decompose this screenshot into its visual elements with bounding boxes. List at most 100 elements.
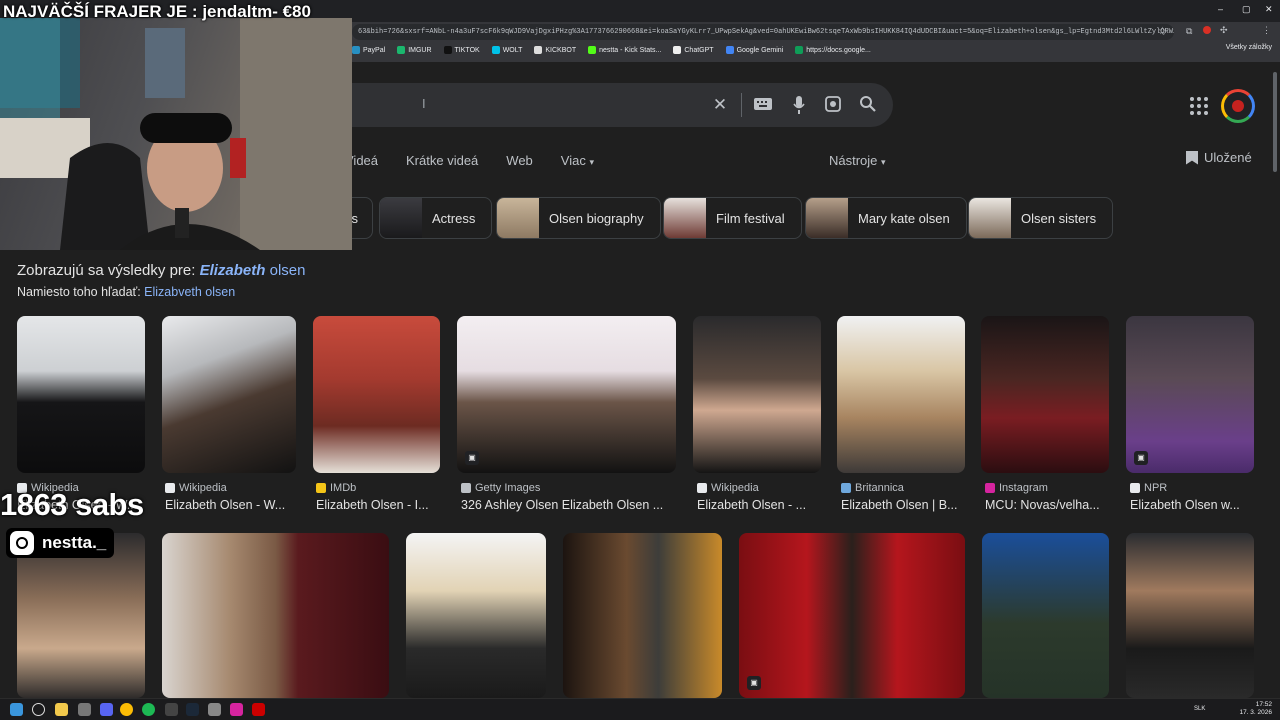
image-result[interactable]: ▣ (739, 533, 965, 698)
search-divider (741, 93, 742, 117)
image-result[interactable] (162, 316, 296, 473)
menu-dots-icon[interactable]: ⋮ (1262, 25, 1271, 36)
tab-short-videos[interactable]: Krátke videá (406, 153, 478, 168)
chevron-down-icon: ▾ (589, 157, 594, 167)
image-result[interactable] (982, 533, 1109, 698)
puzzle-icon[interactable]: ✣ (1220, 25, 1228, 36)
paypal-icon (352, 46, 360, 54)
subscriber-count: 1863 sabs (0, 487, 144, 522)
original-query-link[interactable]: Elizabveth olsen (144, 285, 235, 299)
chrome-icon[interactable] (120, 703, 133, 716)
chip-label: Actress (432, 210, 476, 226)
instagram-icon (985, 483, 995, 493)
spotify-icon[interactable] (142, 703, 155, 716)
showing-results-for: Zobrazujú sa výsledky pre: Elizabeth ols… (17, 262, 305, 279)
getty-icon (461, 483, 471, 493)
file-explorer-icon[interactable] (55, 703, 68, 716)
search-icon[interactable] (858, 95, 878, 115)
chip-label: Olsen biography (549, 210, 644, 226)
instead-prefix: Namiesto toho hľadať: (17, 285, 145, 299)
bookmark-paypal[interactable]: PayPal (352, 46, 385, 54)
streamer-photo (0, 18, 352, 250)
britannica-icon (841, 483, 851, 493)
image-result[interactable] (981, 316, 1109, 473)
bookmark-gemini[interactable]: Google Gemini (725, 46, 783, 54)
taskbar: SLK 17:52 17. 3. 2026 (0, 698, 1280, 720)
obs-icon[interactable] (252, 703, 265, 716)
wikipedia-icon (165, 483, 175, 493)
result-title[interactable]: Elizabeth Olsen | B... (841, 498, 965, 512)
image-badge-icon: ▣ (747, 676, 761, 690)
clear-icon[interactable]: ✕ (710, 95, 730, 115)
close-icon[interactable]: ✕ (1265, 4, 1273, 15)
bookmark-imgur[interactable]: IMGUR (397, 46, 432, 54)
saved-label: Uložené (1204, 150, 1252, 165)
chip-mary-kate-olsen[interactable]: Mary kate olsen (805, 197, 967, 239)
extension-record-icon[interactable] (1203, 26, 1211, 34)
tab-more[interactable]: Viac ▾ (561, 153, 594, 168)
chip-label: Mary kate olsen (858, 210, 950, 226)
result-title[interactable]: 326 Ashley Olsen Elizabeth Olsen ... (461, 498, 676, 512)
showing-prefix: Zobrazujú sa výsledky pre: (17, 262, 200, 279)
tab-web[interactable]: Web (506, 153, 533, 168)
keyboard-language[interactable]: SLK (1194, 706, 1205, 712)
clock[interactable]: 17:52 17. 3. 2026 (1239, 701, 1272, 717)
image-result[interactable] (406, 533, 546, 698)
image-result[interactable] (563, 533, 722, 698)
bookmark-kick-stats[interactable]: nestta - Kick Stats... (588, 46, 661, 54)
result-title[interactable]: Elizabeth Olsen - I... (316, 498, 441, 512)
bookmark-docs[interactable]: https://docs.google... (795, 46, 871, 54)
chip-thumbnail (664, 198, 706, 238)
windows-start-icon[interactable] (10, 703, 23, 716)
docs-icon (795, 46, 804, 54)
extension-icon[interactable]: ⧉ (1186, 26, 1192, 37)
search-icon[interactable] (32, 703, 45, 716)
image-result[interactable] (837, 316, 965, 473)
steam-icon[interactable] (186, 703, 199, 716)
image-result[interactable] (313, 316, 440, 473)
bookmark-wolt[interactable]: WOLT (491, 46, 522, 54)
result-title[interactable]: Elizabeth Olsen - W... (165, 498, 299, 512)
corrected-rest-link[interactable]: olsen (265, 262, 306, 279)
result-source: Britannica (841, 482, 904, 494)
result-source: IMDb (316, 482, 356, 494)
result-title[interactable]: Elizabeth Olsen w... (1130, 498, 1254, 512)
result-title[interactable]: MCU: Novas/velha... (985, 498, 1109, 512)
microphone-icon[interactable] (789, 95, 809, 115)
chip-film-festival[interactable]: Film festival (663, 197, 802, 239)
star-icon[interactable]: ☆ (1158, 26, 1167, 37)
app-icon[interactable] (78, 703, 91, 716)
tools-button[interactable]: Nástroje ▾ (829, 153, 886, 168)
saved-button[interactable]: Uložené (1186, 150, 1252, 165)
image-result[interactable]: ▣ (1126, 316, 1254, 473)
maximize-icon[interactable]: ▢ (1242, 4, 1251, 15)
image-result[interactable] (693, 316, 821, 473)
instagram-handle: nestta._ (6, 528, 115, 558)
minimize-icon[interactable]: – (1218, 4, 1223, 14)
address-bar[interactable]: 63&bih=726&sxsrf=ANbL-n4a3uF7scF6k9qWJD9… (352, 24, 1174, 40)
avatar[interactable] (1221, 89, 1255, 123)
corrected-word-link[interactable]: Elizabeth (200, 262, 266, 279)
chip-thumbnail (969, 198, 1011, 238)
image-result[interactable]: ▣ (457, 316, 676, 473)
result-title[interactable]: Elizabeth Olsen - ... (697, 498, 825, 512)
keyboard-icon[interactable] (753, 96, 773, 116)
settings-icon[interactable] (208, 703, 221, 716)
chip-olsen-biography[interactable]: Olsen biography (496, 197, 661, 239)
chip-olsen-sisters[interactable]: Olsen sisters (968, 197, 1114, 239)
bookmark-chatgpt[interactable]: ChatGPT (673, 46, 714, 54)
bookmark-tiktok[interactable]: TIKTOK (443, 46, 480, 54)
discord-icon[interactable] (100, 703, 113, 716)
image-result[interactable] (1126, 533, 1254, 698)
lens-icon[interactable] (823, 95, 843, 115)
apps-grid-icon[interactable] (1190, 97, 1208, 115)
chip-actress[interactable]: Actress (379, 197, 493, 239)
all-bookmarks-link[interactable]: Všetky záložky (1226, 44, 1272, 51)
bookmark-kickbot[interactable]: KICKBOT (534, 46, 576, 54)
app-icon[interactable] (230, 703, 243, 716)
search-input[interactable]: I ✕ (330, 83, 893, 127)
scrollbar[interactable] (1273, 72, 1277, 172)
app-icon[interactable] (165, 703, 178, 716)
image-result[interactable] (162, 533, 389, 698)
image-result[interactable] (17, 316, 145, 473)
